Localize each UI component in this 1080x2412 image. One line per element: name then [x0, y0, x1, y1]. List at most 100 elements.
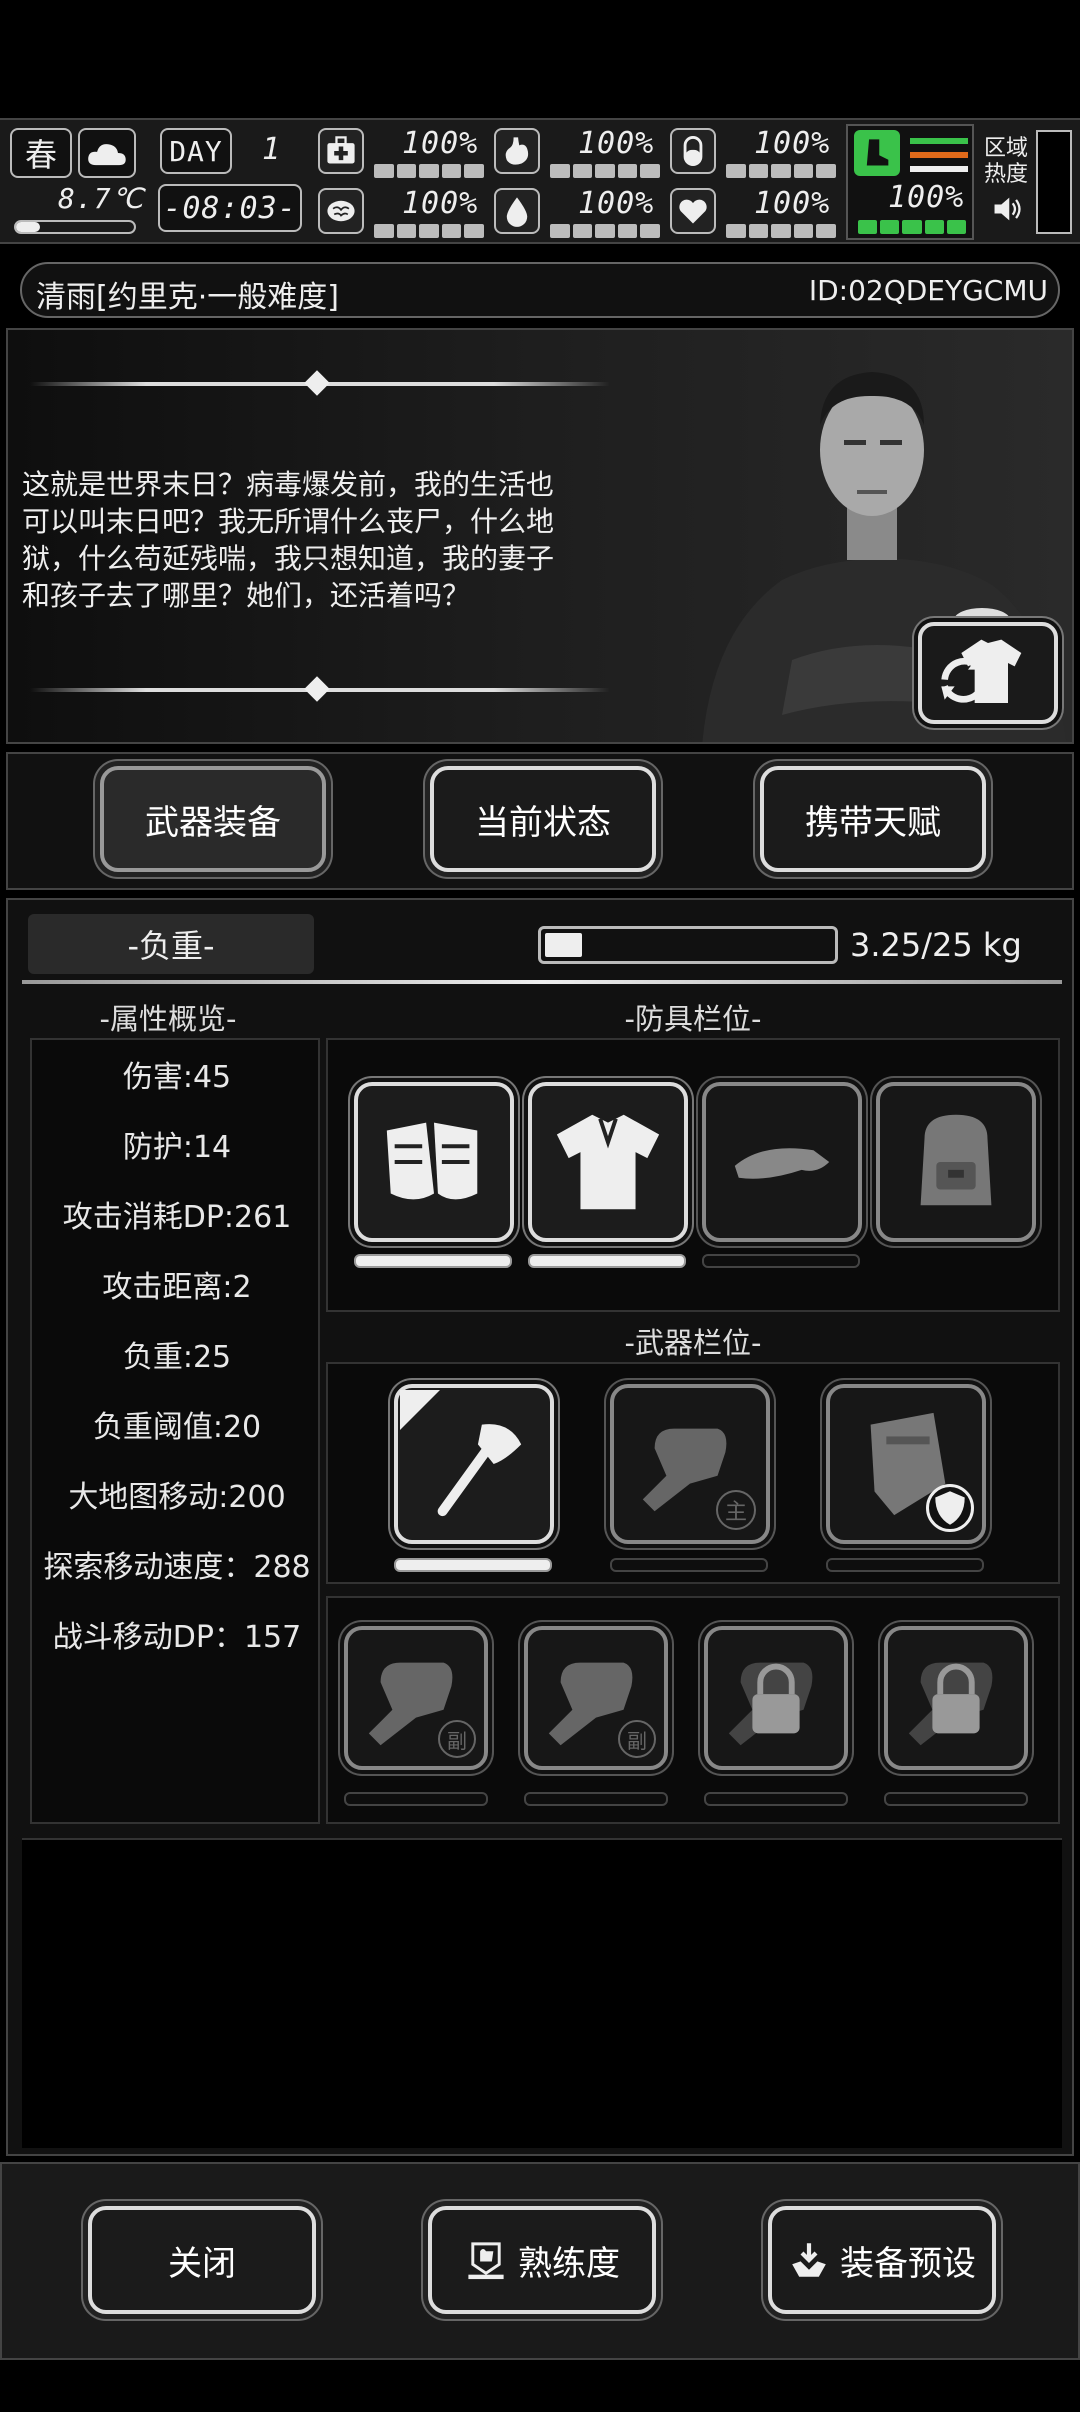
player-id: ID:02QDEYGCMU [808, 274, 1048, 307]
temperature-bar [14, 220, 136, 234]
brain-icon [318, 188, 364, 234]
heart-meter [726, 224, 836, 238]
visor-cap-icon [734, 1148, 830, 1179]
close-button[interactable]: 关闭 [88, 2206, 316, 2314]
load-label: -负重- [127, 927, 215, 965]
energy-meter [726, 164, 836, 178]
load-label-box: -负重- [28, 914, 314, 974]
tab-talents[interactable]: 携带天赋 [760, 766, 986, 872]
axe-durability [394, 1558, 552, 1572]
main-badge: 主 [716, 1490, 756, 1530]
tab-weapons-label: 武器装备 [145, 802, 281, 843]
pill-icon [670, 128, 716, 174]
day-number: 1 [262, 132, 282, 167]
locked-slot-2[interactable] [884, 1626, 1028, 1770]
water-drop-icon [494, 188, 540, 234]
attributes-list: 伤害:45 防护:14 攻击消耗DP:261 攻击距离:2 负重:25 负重阈值… [30, 1038, 320, 1824]
stamina-meter [858, 220, 967, 234]
sub-badge-1: 副 [438, 1720, 476, 1758]
weapon-slot-primary[interactable] [394, 1384, 554, 1544]
outfit-swap-button[interactable] [918, 622, 1058, 724]
weapon-slot-shield[interactable] [826, 1384, 986, 1544]
weapon-slots: 主 [326, 1362, 1060, 1584]
clock-box: -08:03- [158, 184, 302, 232]
stat-attack-dp: 攻击消耗DP:261 [62, 1200, 292, 1235]
season-box: 春 [10, 128, 72, 178]
area-heat-bar [1036, 130, 1072, 234]
shirt-icon [556, 1114, 660, 1210]
load-divider [22, 980, 1062, 984]
hunger-meter [550, 164, 660, 178]
proficiency-button-label: 熟练度 [518, 2243, 620, 2284]
preset-button-label: 装备预设 [840, 2243, 976, 2284]
sub-slot-2[interactable]: 副 [524, 1626, 668, 1770]
clock-time: -08:03- [163, 190, 297, 226]
tab-bar: 武器装备 当前状态 携带天赋 [6, 752, 1074, 890]
locked-slot-2-bar [884, 1792, 1028, 1806]
load-bar-fill [545, 933, 583, 957]
stat-attack-range: 攻击距离:2 [102, 1270, 252, 1305]
weapons-title: -武器栏位- [624, 1326, 762, 1360]
lock-icon-2 [908, 1662, 993, 1746]
ornament-bottom-diamond [304, 676, 330, 702]
armor-slot-head[interactable] [702, 1082, 862, 1242]
tab-status[interactable]: 当前状态 [430, 766, 656, 872]
heart-value: 100% [754, 186, 831, 221]
preset-button[interactable]: 装备预设 [768, 2206, 996, 2314]
stomach-icon [494, 128, 540, 174]
season-text: 春 [24, 136, 57, 174]
weapon-slot-main-empty[interactable]: 主 [610, 1384, 770, 1544]
sub-slot-1[interactable]: 副 [344, 1626, 488, 1770]
health-meter [374, 164, 484, 178]
secondary-slots: 副 副 [326, 1596, 1060, 1824]
weather-icon [78, 128, 136, 178]
heart-icon [670, 188, 716, 234]
mood-value: 100% [402, 186, 479, 221]
stat-defense: 防护:14 [122, 1130, 232, 1165]
energy-value: 100% [754, 126, 831, 161]
tab-talents-label: 携带天赋 [805, 802, 941, 843]
stat-explore-speed: 探索移动速度：288 [43, 1550, 311, 1585]
armor-slot-gloves[interactable] [354, 1082, 514, 1242]
stat-load: 负重:25 [122, 1340, 232, 1375]
stat-combat-dp: 战斗移动DP：157 [52, 1620, 302, 1655]
close-button-label: 关闭 [168, 2243, 236, 2284]
day-label: DAY [169, 134, 223, 168]
main-empty-durability [610, 1558, 768, 1572]
tab-weapons[interactable]: 武器装备 [100, 766, 326, 872]
locked-slot-1-bar [704, 1792, 848, 1806]
mood-meter [374, 224, 484, 238]
game-screen: { "hud": { "season": "春", "temperature":… [0, 0, 1080, 2412]
backpack-icon [920, 1114, 992, 1206]
thirst-meter [550, 224, 660, 238]
temperature: 8.7℃ [58, 182, 145, 215]
head-durability [702, 1254, 860, 1268]
empty-area [22, 1838, 1062, 2148]
gloves-icon [386, 1122, 478, 1200]
footer-bar: 关闭 熟练度 装备预设 [0, 2162, 1080, 2360]
story-text: 这就是世界末日？病毒爆发前，我的生活也 可以叫末日吧？我无所谓什么丧尸，什么地 … [22, 468, 555, 612]
locked-slot-1[interactable] [704, 1626, 848, 1770]
stat-map-move: 大地图移动:200 [68, 1480, 286, 1515]
hunger-value: 100% [578, 126, 655, 161]
equipment-panel: -负重- 3.25/25 kg -属性概览- 伤害:45 防护:14 攻击消耗D… [6, 898, 1074, 2156]
area-heat-label: 区域 热度 [984, 136, 1029, 187]
proficiency-button[interactable]: 熟练度 [428, 2206, 656, 2314]
preset-icon [792, 2243, 826, 2277]
speaker-icon[interactable] [990, 192, 1026, 228]
load-value: 3.25/25 kg [850, 926, 1022, 964]
stat-damage: 伤害:45 [122, 1060, 232, 1095]
sub-badge-2: 副 [618, 1720, 656, 1758]
ornament-top-diamond [304, 370, 330, 396]
armor-slots [326, 1038, 1060, 1312]
save-header: 清雨[约里克·一般难度] ID:02QDEYGCMU [20, 262, 1060, 318]
medkit-icon [318, 128, 364, 174]
shield-badge-icon [926, 1484, 974, 1532]
stat-load-threshold: 负重阈值:20 [92, 1410, 262, 1445]
armor-slot-backpack[interactable] [876, 1082, 1036, 1242]
armor-slot-shirt[interactable] [528, 1082, 688, 1242]
paw-icon [400, 1390, 440, 1430]
save-title: 清雨[约里克·一般难度] [36, 280, 339, 315]
tab-status-label: 当前状态 [475, 802, 611, 843]
shirt-durability [528, 1254, 686, 1268]
